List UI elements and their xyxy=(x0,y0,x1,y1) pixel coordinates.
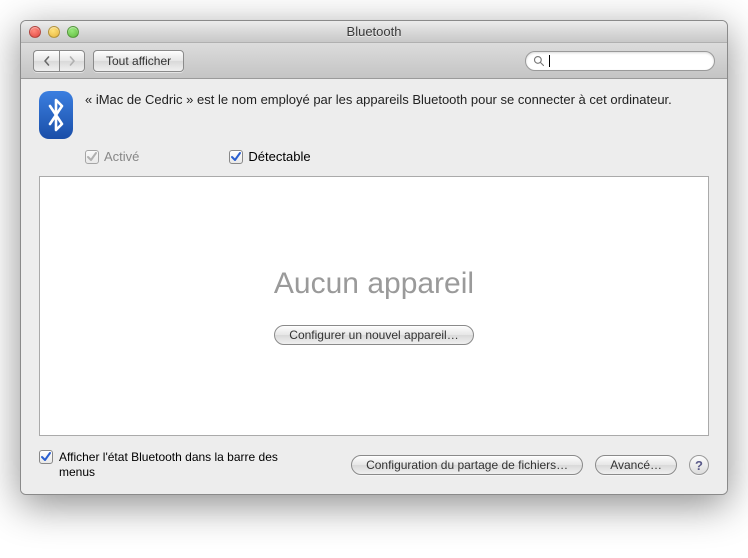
bluetooth-icon xyxy=(39,91,73,139)
activated-label: Activé xyxy=(104,149,139,164)
checkmark-icon xyxy=(230,151,242,163)
advanced-button[interactable]: Avancé… xyxy=(595,455,677,475)
content-area: « iMac de Cedric » est le nom employé pa… xyxy=(21,79,727,494)
discoverable-checkbox[interactable] xyxy=(229,150,243,164)
status-checkboxes: Activé Détectable xyxy=(85,149,709,164)
show-all-label: Tout afficher xyxy=(106,54,171,68)
forward-button[interactable] xyxy=(59,50,85,72)
info-row: « iMac de Cedric » est le nom employé pa… xyxy=(39,91,709,139)
help-button[interactable]: ? xyxy=(689,455,709,475)
chevron-left-icon xyxy=(42,56,52,66)
device-list: Aucun appareil Configurer un nouvel appa… xyxy=(39,176,709,436)
sharing-config-button[interactable]: Configuration du partage de fichiers… xyxy=(351,455,583,475)
discoverable-checkbox-row[interactable]: Détectable xyxy=(229,149,310,164)
checkmark-icon xyxy=(86,151,98,163)
window-title: Bluetooth xyxy=(21,24,727,39)
titlebar: Bluetooth xyxy=(21,21,727,43)
menubar-label: Afficher l'état Bluetooth dans la barre … xyxy=(59,450,279,480)
zoom-button[interactable] xyxy=(67,26,79,38)
bluetooth-prefs-window: Bluetooth Tout afficher xyxy=(20,20,728,495)
no-device-label: Aucun appareil xyxy=(274,267,474,301)
window-controls xyxy=(21,26,79,38)
activated-checkbox-row: Activé xyxy=(85,149,139,164)
toolbar: Tout afficher xyxy=(21,43,727,79)
advanced-label: Avancé… xyxy=(610,458,662,472)
search-icon xyxy=(533,55,545,67)
chevron-right-icon xyxy=(67,56,77,66)
menubar-checkbox-row[interactable]: Afficher l'état Bluetooth dans la barre … xyxy=(39,450,279,480)
info-text: « iMac de Cedric » est le nom employé pa… xyxy=(85,91,709,109)
configure-device-button[interactable]: Configurer un nouvel appareil… xyxy=(274,325,473,345)
close-button[interactable] xyxy=(29,26,41,38)
sharing-config-label: Configuration du partage de fichiers… xyxy=(366,458,568,472)
activated-checkbox xyxy=(85,150,99,164)
search-input[interactable] xyxy=(525,51,715,71)
minimize-button[interactable] xyxy=(48,26,60,38)
configure-device-label: Configurer un nouvel appareil… xyxy=(289,328,458,342)
menubar-checkbox[interactable] xyxy=(39,450,53,464)
help-icon: ? xyxy=(695,458,703,473)
search-wrap xyxy=(525,51,715,71)
discoverable-label: Détectable xyxy=(248,149,310,164)
back-button[interactable] xyxy=(33,50,59,72)
text-cursor xyxy=(549,55,550,67)
show-all-button[interactable]: Tout afficher xyxy=(93,50,184,72)
bottom-row: Afficher l'état Bluetooth dans la barre … xyxy=(39,450,709,480)
checkmark-icon xyxy=(40,451,52,463)
bottom-buttons: Configuration du partage de fichiers… Av… xyxy=(351,455,709,475)
nav-group xyxy=(33,50,85,72)
